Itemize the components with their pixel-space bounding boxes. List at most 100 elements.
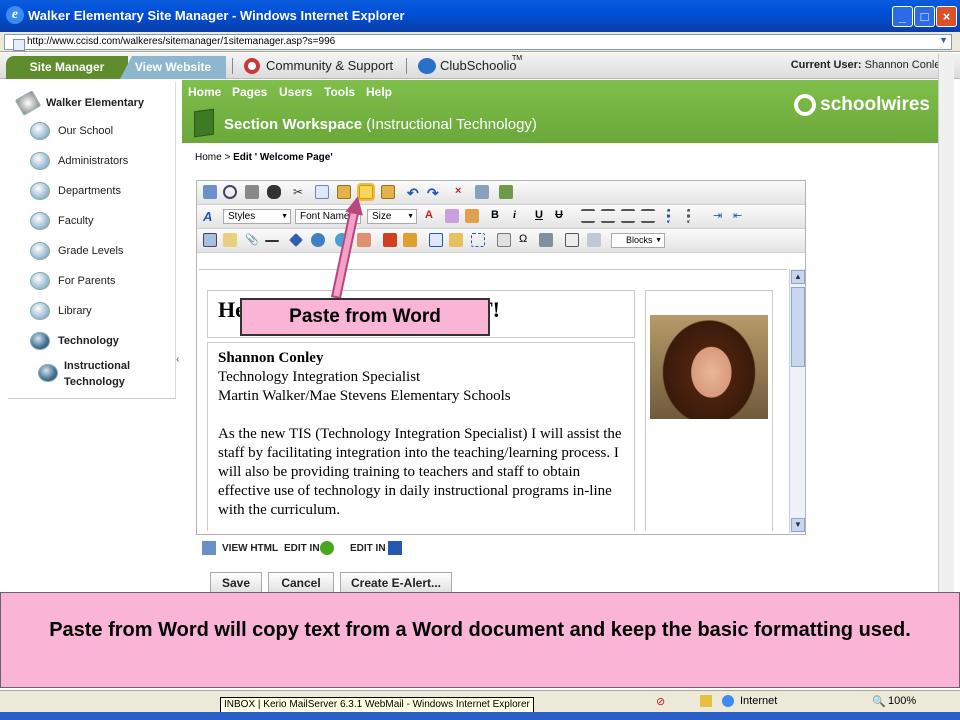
sidebar-item-library[interactable]: Library bbox=[30, 302, 92, 320]
special-char-icon[interactable] bbox=[539, 233, 553, 247]
sidebar-root-label: Walker Elementary bbox=[46, 96, 145, 109]
nav-home[interactable]: Home bbox=[188, 85, 221, 99]
find-icon[interactable] bbox=[223, 185, 237, 199]
author-name: Shannon Conley bbox=[218, 350, 324, 366]
dreamweaver-icon bbox=[320, 541, 334, 555]
nav-help[interactable]: Help bbox=[366, 85, 392, 99]
close-button[interactable]: × bbox=[936, 6, 957, 27]
image-manager-icon[interactable] bbox=[475, 185, 489, 199]
security-icon[interactable] bbox=[700, 695, 712, 707]
scroll-up-icon[interactable]: ▲ bbox=[791, 270, 805, 284]
scroll-thumb[interactable] bbox=[791, 287, 805, 367]
image-icon[interactable] bbox=[357, 233, 371, 247]
media-insert-icon[interactable] bbox=[403, 233, 417, 247]
editor-scrollbar[interactable]: ▲ ▼ bbox=[789, 269, 805, 533]
privacy-icon[interactable]: ⊘ bbox=[656, 695, 665, 708]
breadcrumb-home[interactable]: Home bbox=[195, 152, 222, 163]
zoom-level[interactable]: 100% bbox=[888, 695, 916, 707]
url-dropdown-icon[interactable]: ▼ bbox=[939, 35, 948, 45]
annotation-arrowhead bbox=[345, 194, 367, 216]
strikethrough-button[interactable]: U bbox=[555, 209, 563, 221]
attachment-icon[interactable]: 📎 bbox=[245, 233, 259, 247]
template-icon[interactable] bbox=[565, 233, 579, 247]
symbol-box-icon[interactable] bbox=[497, 233, 511, 247]
eraser-icon[interactable] bbox=[587, 233, 601, 247]
browser-scrollbar[interactable] bbox=[938, 54, 954, 594]
undo-icon[interactable]: ↶ bbox=[407, 185, 421, 201]
community-support-link[interactable]: Community & Support bbox=[266, 58, 393, 73]
table-edit-icon[interactable] bbox=[449, 233, 463, 247]
nav-users[interactable]: Users bbox=[279, 85, 312, 99]
cut-icon[interactable]: ✂ bbox=[293, 185, 307, 199]
size-select[interactable]: Size bbox=[367, 209, 417, 224]
italic-button[interactable]: i bbox=[513, 209, 516, 221]
styles-select[interactable]: Styles bbox=[223, 209, 291, 224]
tab-site-manager[interactable]: Site Manager bbox=[6, 56, 128, 79]
delete-icon[interactable]: × bbox=[455, 185, 469, 199]
anchor-icon[interactable] bbox=[289, 233, 303, 247]
hyperlink-icon[interactable] bbox=[311, 233, 325, 247]
scroll-down-icon[interactable]: ▼ bbox=[791, 518, 805, 532]
align-center-icon[interactable] bbox=[601, 209, 615, 223]
tab-edit-in-frontpage[interactable]: EDIT IN bbox=[350, 543, 386, 554]
paste-text-icon[interactable] bbox=[381, 185, 395, 199]
flash-icon[interactable] bbox=[383, 233, 397, 247]
font-color-icon[interactable]: A bbox=[425, 209, 439, 223]
cancel-button[interactable]: Cancel bbox=[268, 572, 334, 594]
outdent-icon[interactable]: ⇤ bbox=[733, 209, 747, 223]
create-e-alert-button[interactable]: Create E-Alert... bbox=[340, 572, 452, 594]
blocks-select[interactable]: Blocks bbox=[611, 233, 665, 248]
nav-pages[interactable]: Pages bbox=[232, 85, 267, 99]
sidebar-root[interactable]: Walker Elementary bbox=[14, 90, 145, 116]
sidebar-item-for-parents[interactable]: For Parents bbox=[30, 272, 115, 290]
spellcheck-icon[interactable] bbox=[203, 185, 217, 199]
copy-icon[interactable] bbox=[315, 185, 329, 199]
sidebar-item-administrators[interactable]: Administrators bbox=[30, 152, 128, 170]
sidebar-item-technology[interactable]: Technology bbox=[30, 332, 119, 350]
horizontal-rule-icon[interactable] bbox=[265, 240, 279, 242]
sidebar-item-departments[interactable]: Departments bbox=[30, 182, 121, 200]
url-field[interactable]: http://www.ccisd.com/walkeres/sitemanage… bbox=[4, 34, 952, 51]
highlight-icon[interactable] bbox=[445, 209, 459, 223]
sidebar-item-faculty[interactable]: Faculty bbox=[30, 212, 93, 230]
page-icon bbox=[38, 364, 58, 382]
edit-icon[interactable] bbox=[223, 233, 237, 247]
format-painter-icon[interactable] bbox=[465, 209, 479, 223]
underline-button[interactable]: U bbox=[535, 209, 543, 221]
print-icon[interactable] bbox=[245, 185, 259, 199]
clubschoolio-link[interactable]: ClubSchoolio bbox=[440, 58, 517, 73]
omega-icon[interactable]: Ω bbox=[519, 233, 533, 247]
sidebar-subitem-instructional-technology[interactable]: Instructional Technology bbox=[38, 358, 130, 390]
binoculars-icon[interactable] bbox=[267, 185, 281, 199]
indent-icon[interactable]: ⇥ bbox=[713, 209, 727, 223]
tab-view-website[interactable]: View Website bbox=[120, 56, 226, 79]
bullet-list-icon[interactable] bbox=[687, 209, 701, 223]
align-right-icon[interactable] bbox=[621, 209, 635, 223]
numbered-list-icon[interactable] bbox=[667, 209, 681, 223]
table-icon[interactable] bbox=[429, 233, 443, 247]
table-wizard-icon[interactable] bbox=[471, 233, 485, 247]
tab-edit-in-dreamweaver[interactable]: EDIT IN bbox=[284, 543, 320, 554]
html-icon bbox=[202, 541, 216, 555]
form-icon[interactable] bbox=[203, 233, 217, 247]
maximize-button[interactable]: □ bbox=[914, 6, 935, 27]
bold-button[interactable]: B bbox=[491, 209, 499, 221]
sidebar-item-label: Administrators bbox=[58, 154, 129, 167]
current-user-name: Shannon Conley bbox=[864, 59, 946, 71]
redo-icon[interactable]: ↷ bbox=[427, 185, 441, 201]
sidebar-item-grade-levels[interactable]: Grade Levels bbox=[30, 242, 123, 260]
url-text: http://www.ccisd.com/walkeres/sitemanage… bbox=[27, 36, 336, 47]
minimize-button[interactable]: _ bbox=[892, 6, 913, 27]
media-icon[interactable] bbox=[499, 185, 513, 199]
save-button[interactable]: Save bbox=[210, 572, 262, 594]
sidebar-item-our-school[interactable]: Our School bbox=[30, 122, 113, 140]
nav-tools[interactable]: Tools bbox=[324, 85, 355, 99]
zoom-icon[interactable]: 🔍 bbox=[872, 695, 886, 708]
tab-view-html[interactable]: VIEW HTML bbox=[222, 543, 278, 554]
sidebar-item-label: Faculty bbox=[58, 214, 94, 227]
collapse-sidebar-icon[interactable]: ‹ bbox=[176, 354, 179, 365]
justify-icon[interactable] bbox=[641, 209, 655, 223]
folder-icon bbox=[30, 122, 50, 140]
font-style-icon[interactable]: A bbox=[203, 209, 217, 224]
align-left-icon[interactable] bbox=[581, 209, 595, 223]
